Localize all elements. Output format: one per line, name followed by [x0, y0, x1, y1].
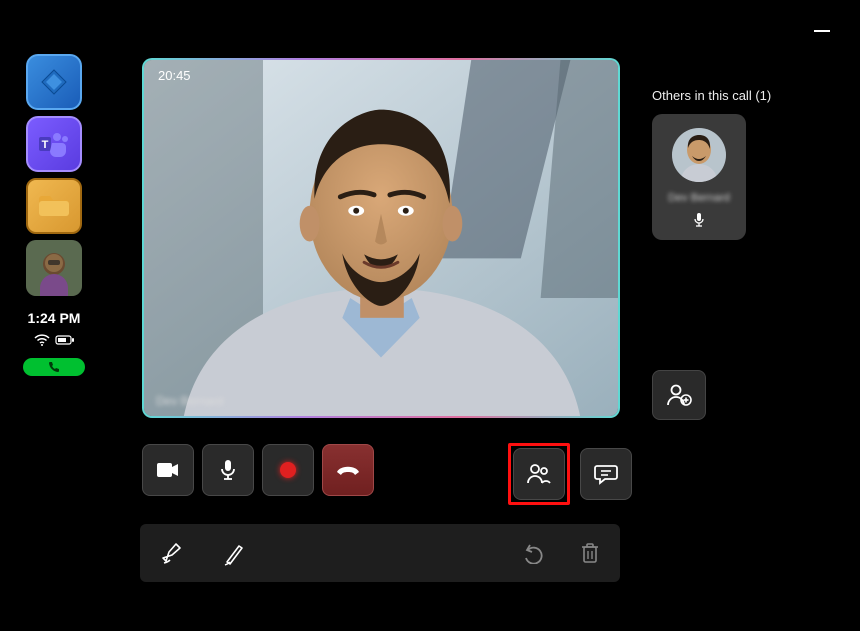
annotation-toolbar	[140, 524, 620, 582]
highlighter-button[interactable]	[160, 539, 188, 567]
people-icon	[526, 463, 552, 485]
mic-icon	[692, 212, 706, 228]
diamond-icon	[39, 67, 69, 97]
svg-text:T: T	[42, 139, 49, 151]
hangup-button[interactable]	[322, 444, 374, 496]
status-time: 1:24 PM	[28, 310, 81, 326]
participant-name-label: Dev Bernard	[668, 192, 730, 204]
hangup-icon	[335, 462, 361, 478]
mic-button[interactable]	[202, 444, 254, 496]
avatar-illustration	[672, 128, 726, 182]
pen-button[interactable]	[222, 539, 248, 567]
sidebar-app-files[interactable]	[26, 178, 82, 234]
minimize-button[interactable]	[814, 30, 830, 32]
call-elapsed-time: 20:45	[158, 68, 191, 83]
avatar-illustration	[26, 240, 82, 296]
add-participant-button[interactable]	[652, 370, 706, 420]
call-status-pill[interactable]	[23, 358, 85, 376]
main-video: 20:45 Dev Bernard	[142, 58, 620, 418]
status-icons	[34, 334, 75, 346]
sidebar-app-launcher[interactable]	[26, 54, 82, 110]
secondary-controls	[508, 443, 632, 505]
app-sidebar: T 1:24 PM	[24, 54, 84, 376]
others-header: Others in this call (1)	[652, 88, 771, 103]
record-icon	[280, 462, 296, 478]
record-button[interactable]	[262, 444, 314, 496]
trash-icon	[580, 541, 600, 565]
teams-icon: T	[37, 129, 71, 159]
undo-icon	[522, 542, 546, 564]
camera-icon	[156, 461, 180, 479]
speaker-video-frame	[144, 60, 618, 416]
participant-avatar	[672, 128, 726, 182]
tutorial-highlight	[508, 443, 570, 505]
sidebar-app-contact[interactable]	[26, 240, 82, 296]
pen-icon	[222, 539, 248, 567]
speaker-name-label: Dev Bernard	[156, 394, 223, 408]
chat-icon	[594, 463, 618, 485]
mic-icon	[219, 459, 237, 481]
highlighter-icon	[160, 539, 188, 567]
participant-mic-status	[692, 212, 706, 228]
phone-icon	[48, 361, 60, 373]
undo-button[interactable]	[522, 542, 546, 564]
wifi-icon	[34, 334, 50, 346]
chat-button[interactable]	[580, 448, 632, 500]
participant-tile[interactable]: Dev Bernard	[652, 114, 746, 240]
folder-icon	[37, 193, 71, 219]
sidebar-app-teams[interactable]: T	[26, 116, 82, 172]
camera-button[interactable]	[142, 444, 194, 496]
people-button[interactable]	[513, 448, 565, 500]
person-add-icon	[666, 383, 692, 407]
delete-button[interactable]	[580, 541, 600, 565]
call-controls	[142, 444, 374, 496]
battery-icon	[55, 334, 75, 346]
